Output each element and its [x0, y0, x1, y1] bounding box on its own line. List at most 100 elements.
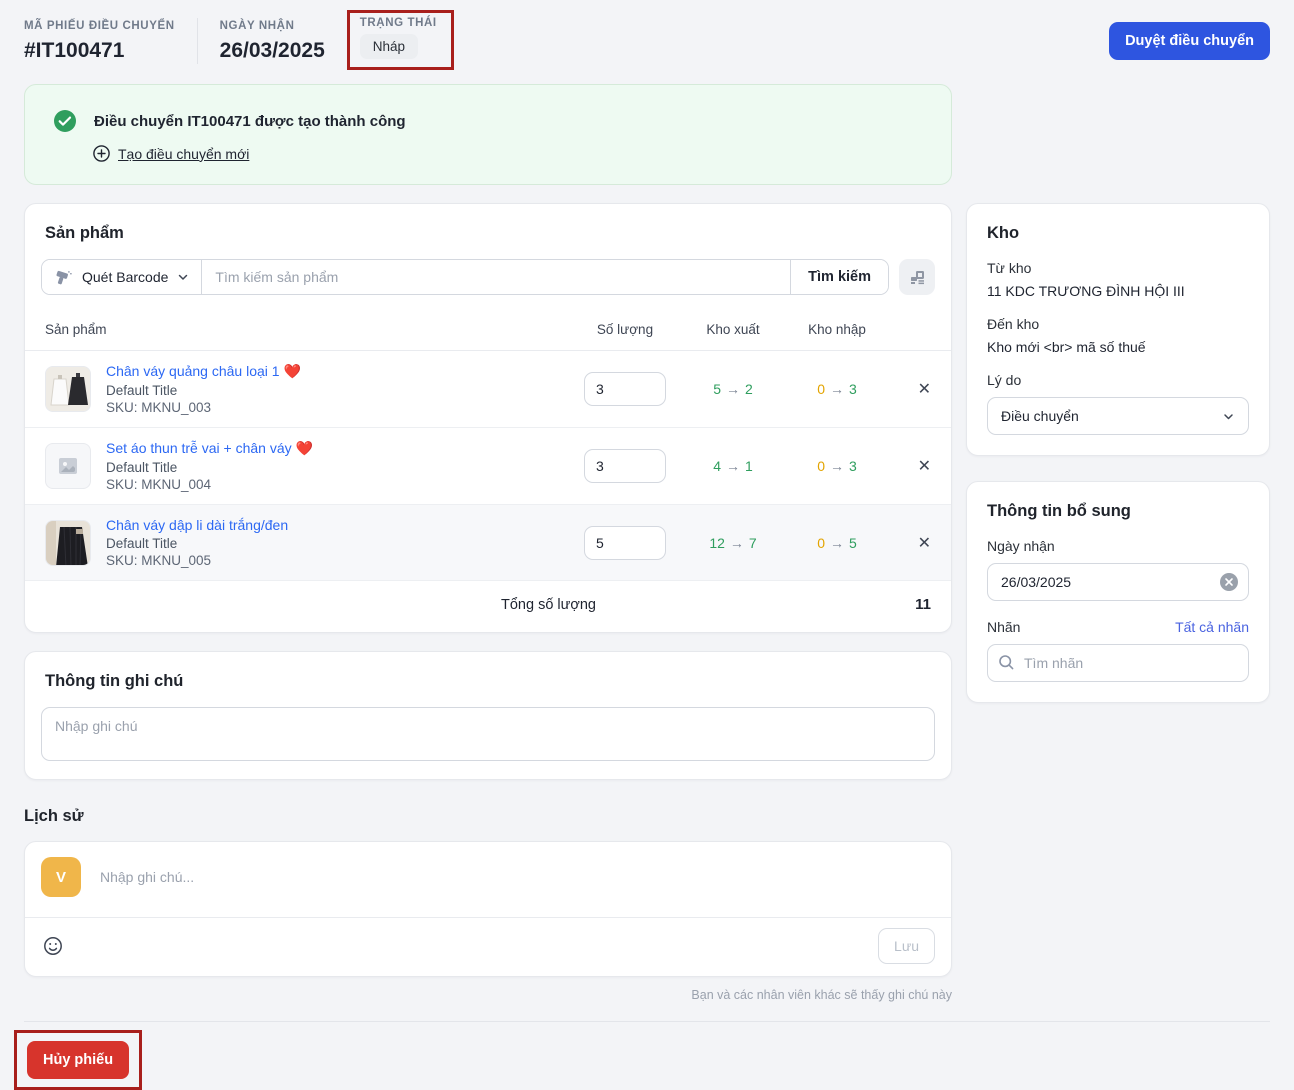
quantity-input[interactable] [584, 525, 666, 560]
receive-date-input[interactable] [987, 563, 1249, 601]
chevron-down-icon [1222, 410, 1235, 423]
history-note-input[interactable] [98, 868, 935, 886]
transfer-code-value: #IT100471 [24, 39, 125, 62]
out-from-value: 4 [713, 458, 721, 474]
status-annotation-box: TRẠNG THÁI Nháp [346, 10, 454, 70]
clear-circle-icon [1219, 572, 1239, 592]
product-catalog-icon [908, 268, 927, 287]
barcode-scanner-icon [54, 268, 73, 287]
transfer-detail-page: MÃ PHIẾU ĐIỀU CHUYỂN #IT100471 NGÀY NHẬN… [0, 0, 1294, 1090]
product-name-text: Chân váy quảng châu loại 1 [106, 363, 280, 379]
remove-row-button[interactable]: ✕ [910, 454, 931, 478]
arrow-right-icon: → [830, 534, 844, 551]
reason-label: Lý do [987, 372, 1022, 388]
column-in-stock: Kho nhập [808, 322, 866, 337]
product-sku: SKU: MKNU_003 [106, 400, 212, 415]
products-card: Sản phẩm Quét Barcode Tìm kiếm sản phẩm … [24, 203, 952, 633]
receive-date-field [987, 563, 1249, 601]
main-column: Sản phẩm Quét Barcode Tìm kiếm sản phẩm … [24, 203, 952, 1002]
from-warehouse-value: 11 KDC TRƯƠNG ĐÌNH HỘI III [987, 283, 1185, 299]
out-from-value: 12 [709, 534, 725, 551]
in-from-value: 0 [817, 534, 825, 551]
product-catalog-icon-button[interactable] [899, 259, 935, 295]
product-info: Set áo thun trễ vai + chân váy ❤️ Defaul… [106, 440, 313, 492]
product-row: Chân váy quảng châu loại 1 ❤️ Default Ti… [25, 351, 951, 428]
chevron-down-icon [177, 271, 189, 283]
out-from-value: 5 [713, 381, 721, 397]
banner-link-row: Tạo điều chuyển mới [93, 145, 923, 162]
history-visibility-caption: Bạn và các nhân viên khác sẽ thấy ghi ch… [691, 988, 952, 1002]
column-product: Sản phẩm [45, 322, 107, 337]
remove-row-button[interactable]: ✕ [910, 377, 931, 401]
search-icon [998, 654, 1015, 671]
in-to-value: 3 [849, 458, 857, 474]
arrow-right-icon: → [726, 381, 740, 397]
product-cell: Chân váy quảng châu loại 1 ❤️ Default Ti… [45, 363, 569, 415]
out-stock-cell: 12 → 7 [681, 535, 785, 551]
total-quantity-value: 11 [915, 596, 931, 613]
notes-textarea[interactable] [41, 707, 935, 761]
product-thumbnail [45, 519, 91, 566]
extra-info-card: Thông tin bổ sung Ngày nhận Nhãn Tất cả … [966, 481, 1270, 703]
history-title: Lịch sử [24, 807, 84, 825]
warehouse-card: Kho Từ kho 11 KDC TRƯƠNG ĐÌNH HỘI III Đế… [966, 203, 1270, 456]
barcode-mode-dropdown[interactable]: Quét Barcode [42, 260, 203, 294]
product-info: Chân váy dập li dài trắng/đen Default Ti… [106, 517, 288, 568]
out-stock-cell: 4 → 1 [681, 458, 785, 474]
content-columns: Sản phẩm Quét Barcode Tìm kiếm sản phẩm … [0, 203, 1294, 1002]
product-name-link[interactable]: Chân váy quảng châu loại 1 ❤️ [106, 363, 301, 380]
product-search-row: Quét Barcode Tìm kiếm [25, 243, 951, 305]
create-new-transfer-link[interactable]: Tạo điều chuyển mới [118, 146, 249, 162]
in-from-value: 0 [817, 458, 825, 474]
page-header: MÃ PHIẾU ĐIỀU CHUYỂN #IT100471 NGÀY NHẬN… [0, 0, 1294, 76]
quantity-cell [569, 449, 681, 483]
all-tags-link[interactable]: Tất cả nhãn [1175, 619, 1249, 635]
barcode-mode-label: Quét Barcode [82, 269, 169, 285]
remove-row-button[interactable]: ✕ [910, 531, 931, 555]
product-variant: Default Title [106, 536, 178, 551]
product-name-text: Chân váy dập li dài trắng/đen [106, 517, 289, 533]
reason-select[interactable]: Điều chuyển [987, 397, 1249, 435]
clear-date-button[interactable] [1219, 572, 1239, 592]
tags-label: Nhãn [987, 619, 1021, 635]
cancel-transfer-button[interactable]: Hủy phiếu [27, 1041, 130, 1079]
success-banner: Điều chuyển IT100471 được tạo thành công… [24, 84, 952, 185]
quantity-input[interactable] [584, 449, 666, 483]
user-avatar: V [41, 857, 81, 897]
product-thumbnail [45, 366, 91, 412]
product-search-input[interactable] [202, 260, 791, 294]
arrow-right-icon: → [726, 458, 740, 474]
save-note-button[interactable]: Lưu [878, 928, 935, 964]
out-stock-cell: 5 → 2 [681, 381, 785, 397]
plus-circle-icon [93, 145, 110, 162]
in-stock-cell: 0 → 5 [785, 535, 889, 551]
out-to-value: 1 [745, 458, 753, 474]
smiley-icon [43, 936, 63, 956]
quantity-input[interactable] [584, 372, 666, 406]
product-variant: Default Title [106, 460, 178, 475]
divider [196, 18, 198, 64]
product-row: Chân váy dập li dài trắng/đen Default Ti… [25, 505, 951, 581]
arrow-right-icon: → [830, 381, 844, 397]
receive-date-value: 26/03/2025 [219, 39, 325, 62]
remove-cell: ✕ [889, 531, 931, 555]
heart-icon: ❤️ [295, 440, 313, 456]
product-name-link[interactable]: Chân váy dập li dài trắng/đen [106, 517, 288, 533]
approve-transfer-button[interactable]: Duyệt điều chuyển [1109, 22, 1270, 60]
extra-info-title: Thông tin bổ sung [987, 502, 1131, 520]
reason-selected-value: Điều chuyển [1001, 408, 1079, 424]
product-thumbnail-placeholder [45, 443, 91, 489]
product-name-link[interactable]: Set áo thun trễ vai + chân váy ❤️ [106, 440, 313, 457]
tags-search-input[interactable] [987, 644, 1249, 682]
transfer-code: MÃ PHIẾU ĐIỀU CHUYỂN #IT100471 [24, 14, 197, 70]
emoji-icon-button[interactable] [41, 934, 65, 958]
product-row: Set áo thun trễ vai + chân váy ❤️ Defaul… [25, 428, 951, 505]
product-search-group: Quét Barcode Tìm kiếm [41, 259, 889, 295]
search-button[interactable]: Tìm kiếm [790, 260, 888, 294]
product-variant: Default Title [106, 383, 178, 398]
notes-card: Thông tin ghi chú [24, 651, 952, 780]
tags-search-field [987, 644, 1249, 682]
in-to-value: 3 [849, 381, 857, 397]
remove-cell: ✕ [889, 377, 931, 401]
header-meta: MÃ PHIẾU ĐIỀU CHUYỂN #IT100471 NGÀY NHẬN… [24, 10, 454, 70]
